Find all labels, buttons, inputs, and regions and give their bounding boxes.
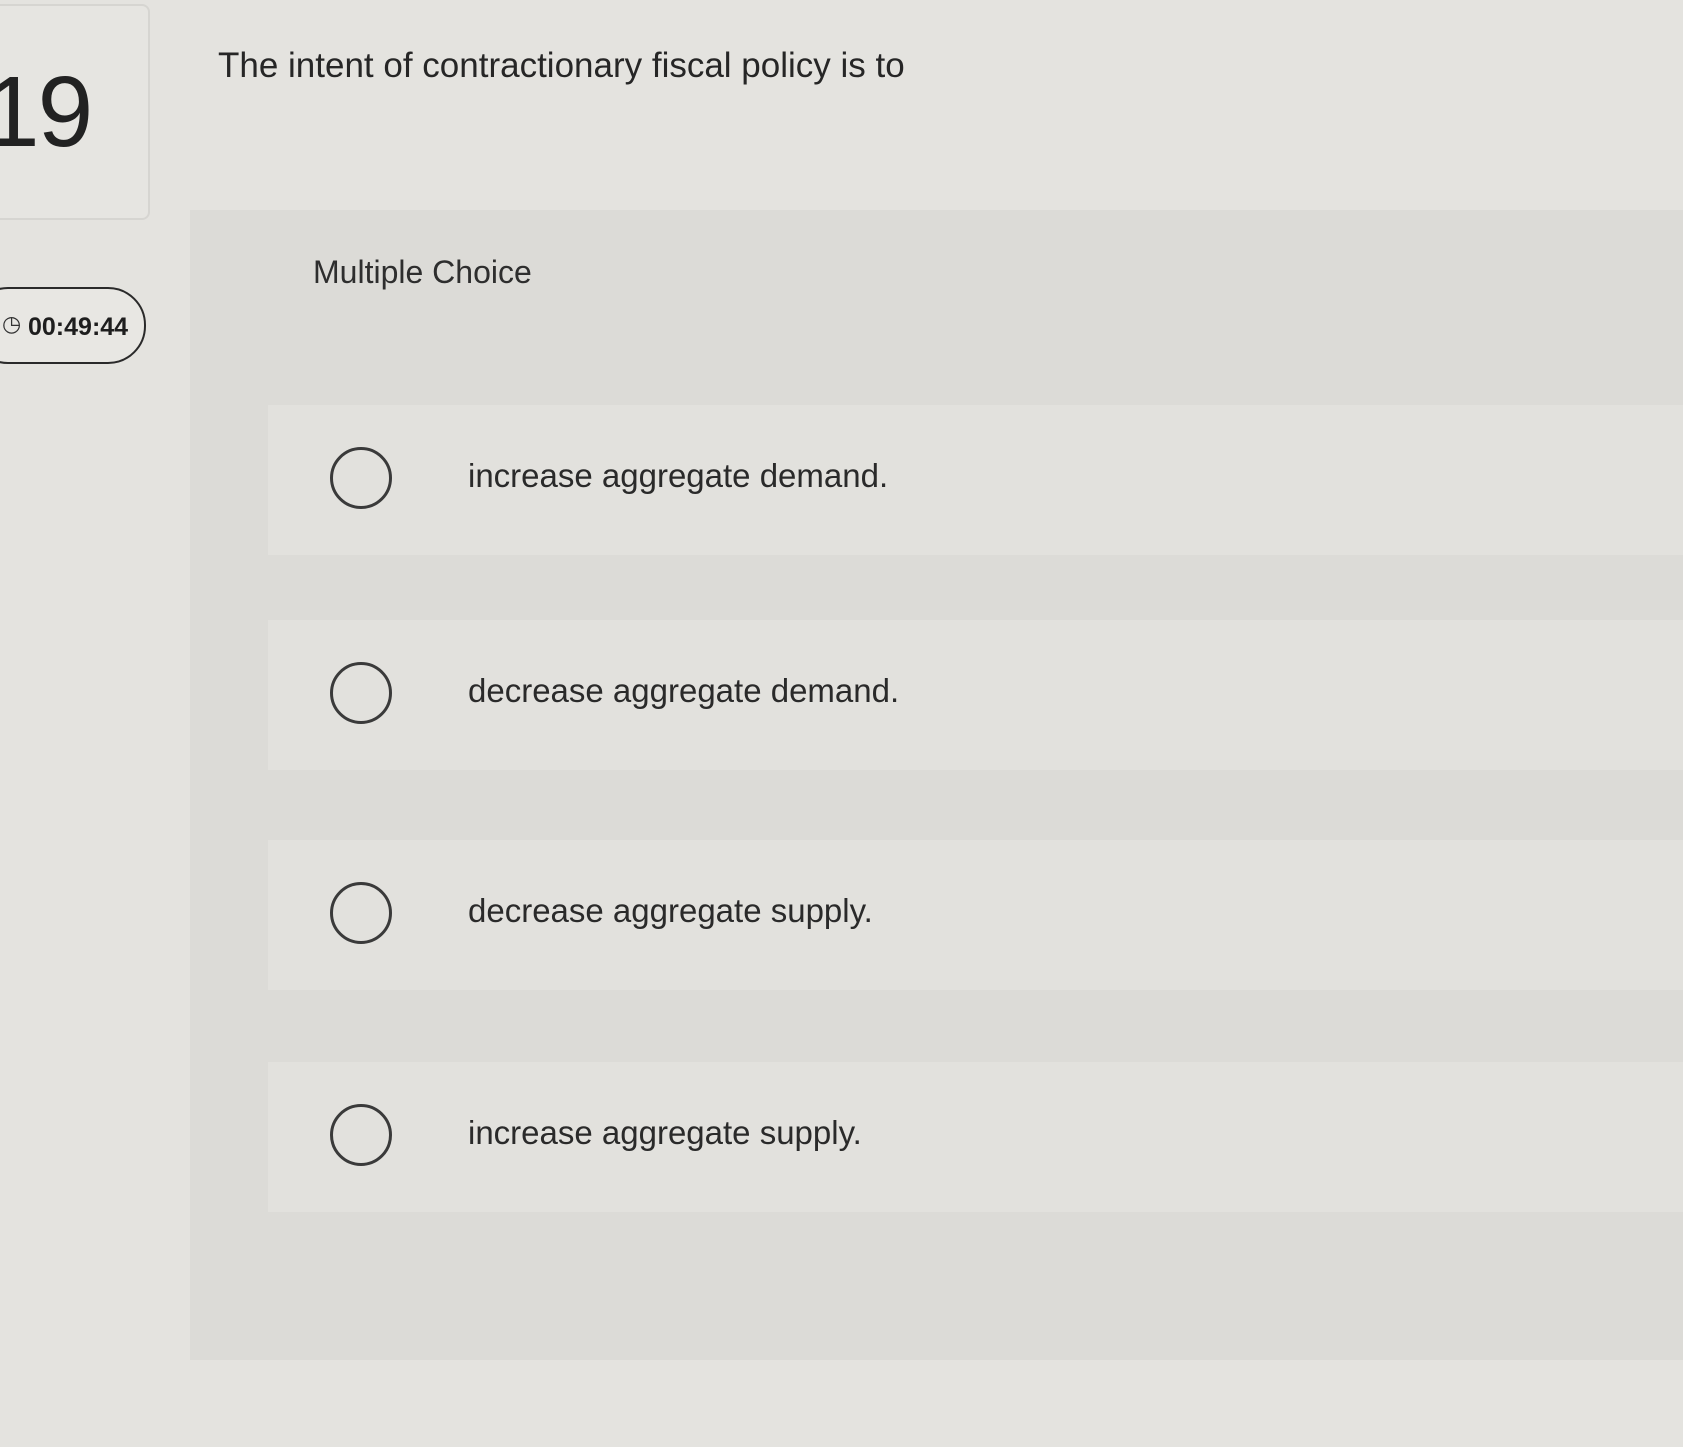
option-label: decrease aggregate demand. (468, 672, 900, 709)
question-number: 19 (0, 56, 93, 168)
answer-option-4[interactable]: increase aggregate supply. (268, 1062, 1683, 1212)
answer-option-3[interactable]: decrease aggregate supply. (268, 840, 1683, 990)
question-type-label: Multiple Choice (313, 254, 532, 290)
timer-pill[interactable]: ◷ 00:49:44 (0, 287, 146, 364)
option-label: increase aggregate demand. (468, 457, 889, 494)
option-label: decrease aggregate supply. (468, 892, 873, 929)
option-label: increase aggregate supply. (468, 1114, 862, 1151)
radio-button[interactable] (330, 882, 392, 944)
radio-button[interactable] (330, 1104, 392, 1166)
clock-icon: ◷ (2, 311, 22, 336)
timer-value: 00:49:44 (28, 313, 129, 341)
answer-option-1[interactable]: increase aggregate demand. (268, 405, 1683, 555)
answer-option-2[interactable]: decrease aggregate demand. (268, 620, 1683, 770)
radio-button[interactable] (330, 447, 392, 509)
question-text: The intent of contractionary fiscal poli… (218, 46, 905, 85)
radio-button[interactable] (330, 662, 392, 724)
question-number-box: 19 (0, 4, 150, 220)
